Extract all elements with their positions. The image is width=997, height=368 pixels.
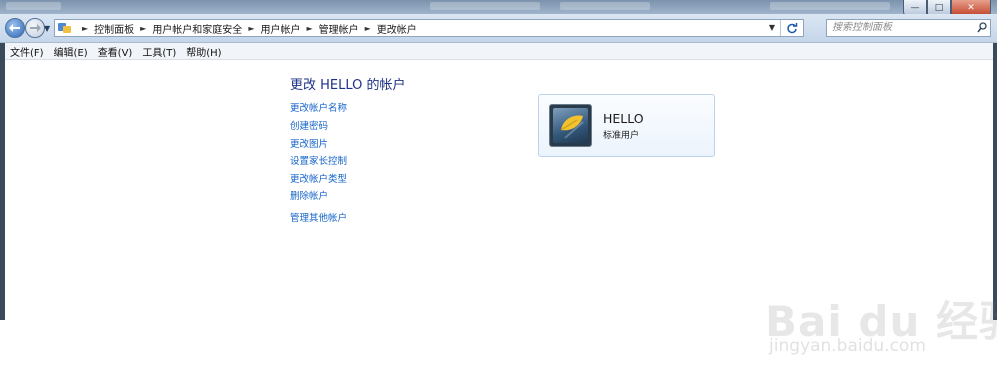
back-button[interactable] <box>5 18 25 38</box>
link-change-account-name[interactable]: 更改帐户名称 <box>290 100 347 114</box>
chevron-right-icon[interactable]: ► <box>82 24 88 33</box>
menu-tools[interactable]: 工具(T) <box>137 44 181 59</box>
address-toolbar: ▼ ► 控制面板 ► 用户帐户和家庭安全 ► 用户帐户 ► 管理帐户 ► 更改帐… <box>0 14 997 43</box>
chevron-right-icon[interactable]: ► <box>306 24 312 33</box>
address-box[interactable]: ► 控制面板 ► 用户帐户和家庭安全 ► 用户帐户 ► 管理帐户 ► 更改帐户 … <box>54 19 804 37</box>
link-create-password[interactable]: 创建密码 <box>290 118 328 132</box>
link-manage-other-accounts[interactable]: 管理其他帐户 <box>290 210 347 224</box>
forward-arrow-icon <box>30 24 41 32</box>
breadcrumb-manage-accounts[interactable]: 管理帐户 <box>319 21 359 36</box>
menu-bar: 文件(F) 编辑(E) 查看(V) 工具(T) 帮助(H) <box>5 43 993 60</box>
leaf-icon <box>560 115 584 139</box>
main-content: 更改 HELLO 的帐户 更改帐户名称 创建密码 更改图片 设置家长控制 更改帐… <box>5 60 997 356</box>
breadcrumb-change-account[interactable]: 更改帐户 <box>377 21 417 36</box>
back-arrow-icon <box>9 24 20 32</box>
search-icon[interactable] <box>977 22 987 33</box>
watermark-url: jingyan.baidu.com <box>769 336 926 356</box>
breadcrumb-user-accounts-family[interactable]: 用户帐户和家庭安全 <box>152 21 242 36</box>
recent-pages-dropdown[interactable]: ▼ <box>44 24 50 33</box>
link-change-picture[interactable]: 更改图片 <box>290 136 328 150</box>
page-title: 更改 HELLO 的帐户 <box>290 78 406 93</box>
window-frame-right <box>993 0 997 320</box>
chevron-right-icon[interactable]: ► <box>365 24 371 33</box>
menu-edit[interactable]: 编辑(E) <box>49 44 93 59</box>
account-card: HELLO 标准用户 <box>538 94 715 157</box>
menu-file[interactable]: 文件(F) <box>5 44 49 59</box>
control-panel-icon <box>58 22 72 34</box>
avatar <box>549 104 592 147</box>
chevron-right-icon[interactable]: ► <box>140 24 146 33</box>
refresh-icon <box>787 22 798 33</box>
refresh-button[interactable] <box>780 20 803 36</box>
link-change-account-type[interactable]: 更改帐户类型 <box>290 171 347 185</box>
search-placeholder: 搜索控制面板 <box>832 22 892 33</box>
breadcrumb-user-accounts[interactable]: 用户帐户 <box>260 21 300 36</box>
title-bar: — □ ✕ <box>0 0 997 16</box>
menu-view[interactable]: 查看(V) <box>93 44 138 59</box>
address-dropdown-icon[interactable]: ▼ <box>769 23 775 32</box>
link-parental-controls[interactable]: 设置家长控制 <box>290 153 347 167</box>
account-name: HELLO <box>603 111 644 126</box>
forward-button[interactable] <box>25 18 45 38</box>
chevron-right-icon[interactable]: ► <box>248 24 254 33</box>
search-input[interactable]: 搜索控制面板 <box>826 19 991 37</box>
menu-help[interactable]: 帮助(H) <box>181 44 226 59</box>
link-delete-account[interactable]: 删除帐户 <box>290 188 328 202</box>
account-type: 标准用户 <box>603 131 640 141</box>
watermark: Bai du 经验 jingyan.baidu.com <box>765 268 997 368</box>
breadcrumb-control-panel[interactable]: 控制面板 <box>94 21 134 36</box>
